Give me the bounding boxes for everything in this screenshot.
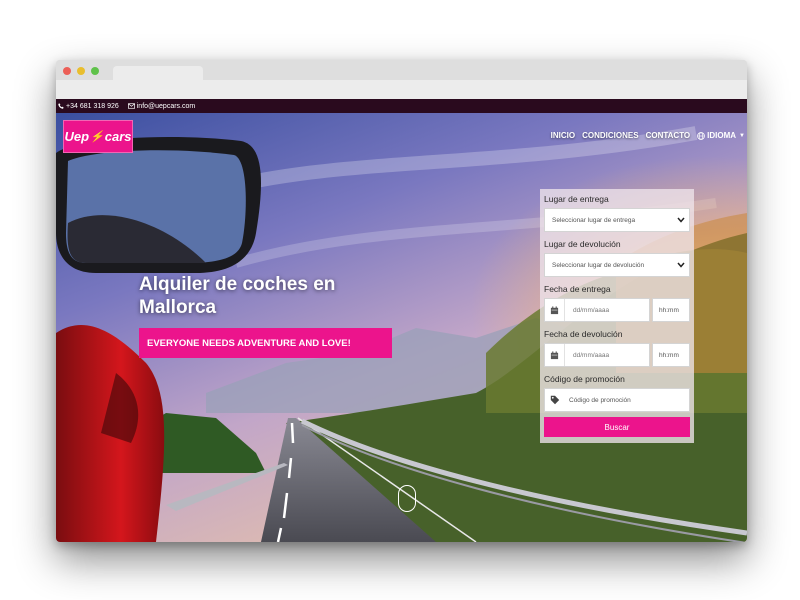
caret-down-icon: ▼ — [739, 132, 745, 139]
chevron-down-icon — [677, 262, 685, 268]
browser-chrome — [56, 60, 747, 99]
return-location-select[interactable]: Seleccionar lugar de devolución — [544, 253, 690, 277]
return-date-placeholder: dd/mm/aaaa — [573, 351, 610, 359]
phone-icon — [58, 103, 64, 109]
promo-code-label: Código de promoción — [544, 374, 625, 384]
hero-slogan: EVERYONE NEEDS ADVENTURE AND LOVE! — [139, 328, 392, 358]
headline-line-2: Mallorca — [139, 297, 217, 318]
nav-item-inicio[interactable]: INICIO — [551, 131, 575, 140]
contact-topbar: +34 681 318 926 info@uepcars.com — [56, 99, 747, 113]
pickup-location-value: Seleccionar lugar de entrega — [552, 216, 636, 224]
nav-item-condiciones[interactable]: CONDICIONES — [582, 131, 638, 140]
lightning-bolt-icon: ⚡ — [90, 131, 104, 143]
pickup-datetime-row: dd/mm/aaaa hh:mm — [544, 298, 690, 322]
return-date-label: Fecha de devolución — [544, 329, 623, 339]
pickup-date-input[interactable]: dd/mm/aaaa — [544, 298, 650, 322]
logo-text-left: Uep — [64, 129, 90, 144]
return-time-input[interactable]: hh:mm — [652, 343, 690, 367]
return-time-placeholder: hh:mm — [659, 351, 679, 359]
browser-window: +34 681 318 926 info@uepcars.com Uep ⚡ c… — [56, 60, 747, 542]
main-navigation: INICIO CONDICIONES CONTACTO IDIOMA ▼ — [551, 131, 747, 140]
pickup-date-placeholder: dd/mm/aaaa — [573, 306, 610, 314]
search-button[interactable]: Buscar — [544, 417, 690, 437]
return-date-input[interactable]: dd/mm/aaaa — [544, 343, 650, 367]
return-location-value: Seleccionar lugar de devolución — [552, 261, 645, 269]
nav-item-contacto[interactable]: CONTACTO — [646, 131, 691, 140]
chevron-down-icon — [677, 217, 685, 223]
close-window-button[interactable] — [63, 67, 71, 75]
pickup-location-label: Lugar de entrega — [544, 194, 609, 204]
language-dropdown[interactable]: IDIOMA ▼ — [697, 131, 745, 140]
hero-headline: Alquiler de coches en Mallorca — [139, 273, 379, 319]
email-text: info@uepcars.com — [136, 102, 196, 110]
site-logo[interactable]: Uep ⚡ cars — [63, 120, 133, 153]
calendar-icon — [545, 299, 565, 321]
envelope-icon — [127, 103, 135, 109]
pickup-location-select[interactable]: Seleccionar lugar de entrega — [544, 208, 690, 232]
booking-form: Lugar de entrega Seleccionar lugar de en… — [540, 189, 694, 443]
hero-section: Uep ⚡ cars INICIO CONDICIONES CONTACTO I… — [56, 113, 747, 542]
language-label: IDIOMA — [707, 131, 737, 140]
tag-icon — [545, 389, 565, 411]
browser-tab[interactable] — [113, 66, 203, 80]
promo-code-placeholder: Código de promoción — [569, 396, 631, 404]
headline-line-1: Alquiler de coches en — [139, 274, 336, 295]
return-datetime-row: dd/mm/aaaa hh:mm — [544, 343, 690, 367]
phone-text: +34 681 318 926 — [66, 102, 119, 110]
maximize-window-button[interactable] — [91, 67, 99, 75]
minimize-window-button[interactable] — [77, 67, 85, 75]
pickup-time-placeholder: hh:mm — [659, 306, 679, 314]
mouse-scroll-icon[interactable] — [398, 485, 416, 512]
email-contact[interactable]: info@uepcars.com — [127, 102, 196, 110]
pickup-date-label: Fecha de entrega — [544, 284, 611, 294]
return-location-label: Lugar de devolución — [544, 239, 621, 249]
phone-contact[interactable]: +34 681 318 926 — [58, 103, 119, 110]
promo-code-input[interactable]: Código de promoción — [544, 388, 690, 412]
calendar-icon — [545, 344, 565, 366]
globe-icon — [697, 131, 705, 140]
address-bar[interactable] — [56, 80, 747, 99]
pickup-time-input[interactable]: hh:mm — [652, 298, 690, 322]
logo-text-right: cars — [104, 129, 132, 144]
